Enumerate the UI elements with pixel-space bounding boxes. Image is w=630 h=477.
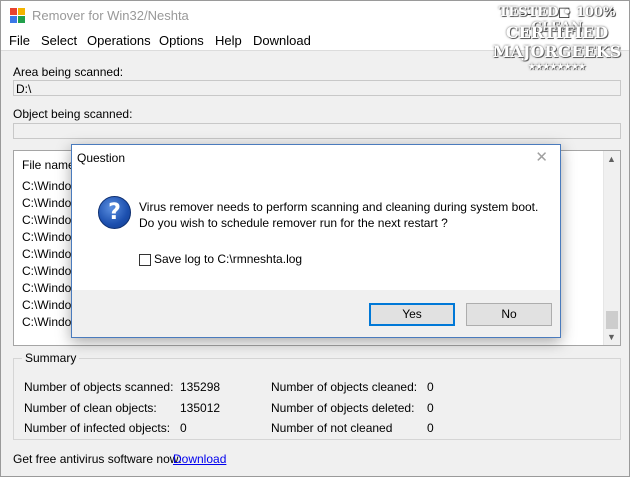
watermark-line-3: MAJORGEEKS [492,42,622,61]
file-name-column-header[interactable]: File name [22,158,75,172]
main-window: Remover for Win32/Neshta — ☐ ✕ File Sele… [0,0,630,477]
infected-objects-label: Number of infected objects: [24,421,171,435]
infected-objects-value: 0 [180,421,187,435]
menu-help[interactable]: Help [215,33,242,48]
menu-options[interactable]: Options [159,33,204,48]
yes-button[interactable]: Yes [369,303,455,326]
question-icon: ? [98,196,131,229]
area-label: Area being scanned: [13,65,124,79]
save-log-checkbox[interactable] [139,254,151,266]
save-log-label[interactable]: Save log to C:\rmneshta.log [154,252,302,266]
dialog-message-line-1: Virus remover needs to perform scanning … [139,200,539,214]
scroll-thumb[interactable] [606,311,618,329]
scroll-up-icon[interactable]: ▲ [607,154,616,164]
object-label: Object being scanned: [13,107,133,121]
watermark-stars: ★★★★★★★★ [528,61,586,71]
menu-operations[interactable]: Operations [87,33,151,48]
objects-scanned-label: Number of objects scanned: [24,380,174,394]
app-logo-icon [10,8,25,23]
objects-cleaned-label: Number of objects cleaned: [271,380,418,394]
list-scrollbar[interactable]: ▲ ▼ [603,151,620,345]
menu-select[interactable]: Select [41,33,77,48]
not-cleaned-label: Number of not cleaned [271,421,393,435]
dialog-message: Virus remover needs to perform scanning … [139,199,538,231]
not-cleaned-value: 0 [427,421,434,435]
watermark-line-2: CERTIFIED [505,23,609,42]
footer-text: Get free antivirus software now: [13,452,182,466]
window-title: Remover for Win32/Neshta [32,8,189,23]
summary-group: Summary Number of objects scanned: 13529… [13,351,621,440]
objects-deleted-value: 0 [427,401,434,415]
objects-scanned-value: 135298 [180,380,221,394]
no-button[interactable]: No [466,303,552,326]
objects-cleaned-value: 0 [427,380,434,394]
clean-objects-value: 135012 [180,401,221,415]
clean-objects-label: Number of clean objects: [24,401,157,415]
summary-legend: Summary [22,351,80,365]
scroll-down-icon[interactable]: ▼ [607,332,616,342]
objects-deleted-label: Number of objects deleted: [271,401,415,415]
dialog-close-icon[interactable]: ✕ [535,148,548,166]
menu-file[interactable]: File [9,33,30,48]
dialog-title: Question [77,151,126,165]
majorgeeks-watermark: TESTED • 100% CLEAN CERTIFIED MAJORGEEKS… [487,5,627,77]
object-field [13,123,621,139]
dialog-button-bar: Yes No [72,290,560,337]
menu-download[interactable]: Download [253,33,311,48]
dialog-message-line-2: Do you wish to schedule remover run for … [139,216,448,230]
download-link[interactable]: Download [173,452,226,466]
area-field: D:\ [13,80,621,96]
question-dialog: Question ✕ ? Virus remover needs to perf… [71,144,561,338]
